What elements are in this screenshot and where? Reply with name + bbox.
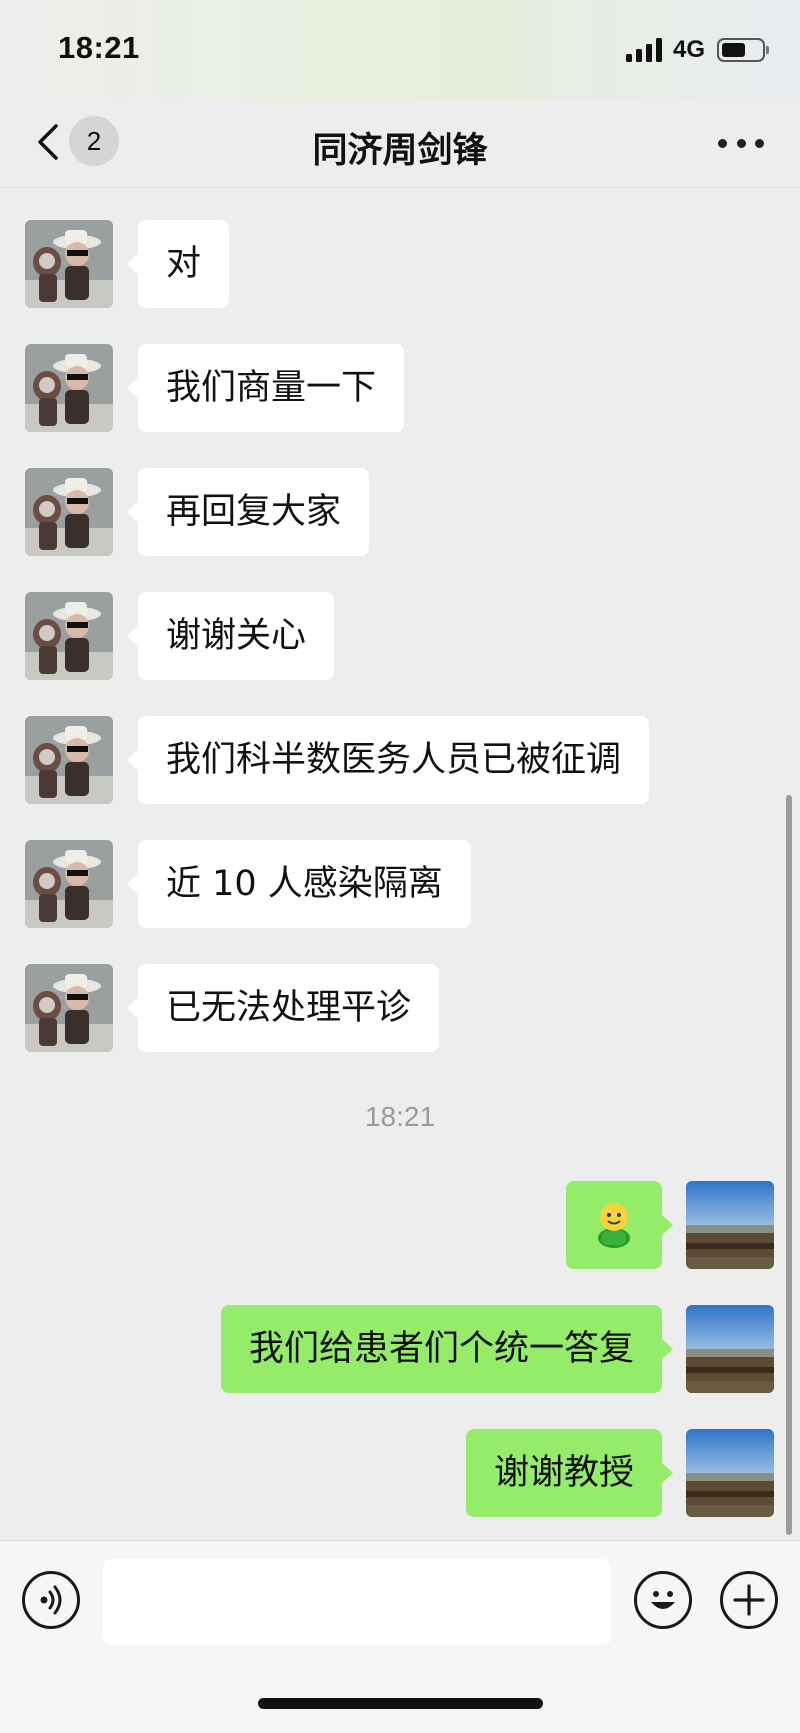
battery-icon	[717, 38, 769, 62]
chat-area[interactable]: 对 我们商量一下 再回复大家 谢谢关心 我们科半数医务人员已被征调 近 10 人…	[0, 189, 800, 1539]
emoji-icon[interactable]	[634, 1571, 692, 1629]
message-bubble[interactable]: 已无法处理平诊	[126, 964, 440, 1052]
message-received: 我们商量一下	[0, 344, 800, 432]
nav-bar: 2 同济周剑锋	[0, 100, 800, 188]
chat-title: 同济周剑锋	[312, 131, 488, 171]
message-received: 近 10 人感染隔离	[0, 840, 800, 928]
message-sent: 我们给患者们个统一答复	[0, 1305, 800, 1393]
contact-avatar[interactable]	[25, 220, 113, 308]
user-avatar[interactable]	[686, 1429, 774, 1517]
message-received: 再回复大家	[0, 468, 800, 556]
message-bubble[interactable]: 谢谢关心	[126, 592, 335, 680]
user-avatar[interactable]	[686, 1305, 774, 1393]
message-timestamp: 18:21	[364, 1101, 436, 1132]
status-time: 18:21	[58, 30, 140, 65]
contact-avatar[interactable]	[25, 716, 113, 804]
message-bubble[interactable]: 再回复大家	[126, 468, 370, 556]
plus-icon[interactable]	[720, 1571, 778, 1629]
message-received: 我们科半数医务人员已被征调	[0, 716, 800, 804]
message-bubble[interactable]: 近 10 人感染隔离	[127, 840, 471, 928]
emoji-bubble[interactable]	[566, 1181, 673, 1269]
contact-avatar[interactable]	[25, 840, 113, 928]
message-bubble[interactable]: 对	[126, 220, 230, 308]
message-sent: 谢谢教授	[0, 1429, 800, 1517]
message-received: 已无法处理平诊	[0, 964, 800, 1052]
chat-scrollbar[interactable]	[786, 795, 792, 1535]
home-indicator[interactable]	[258, 1698, 543, 1709]
contact-avatar[interactable]	[25, 344, 113, 432]
message-bubble[interactable]: 我们科半数医务人员已被征调	[126, 716, 650, 804]
message-received: 谢谢关心	[0, 592, 800, 680]
message-bubble[interactable]: 我们给患者们个统一答复	[220, 1305, 674, 1393]
user-avatar[interactable]	[686, 1181, 774, 1269]
smiley-figure-icon	[598, 1203, 630, 1248]
status-bar: 18:21 4G	[0, 0, 800, 100]
message-received: 对	[0, 220, 800, 308]
message-bubble[interactable]: 谢谢教授	[465, 1429, 674, 1517]
contact-avatar[interactable]	[25, 468, 113, 556]
more-dots-icon[interactable]	[718, 128, 764, 158]
message-sent	[0, 1181, 800, 1269]
contact-avatar[interactable]	[25, 964, 113, 1052]
contact-avatar[interactable]	[25, 592, 113, 680]
voice-icon[interactable]	[22, 1571, 80, 1629]
battery-level	[722, 43, 745, 57]
message-input[interactable]	[103, 1559, 611, 1645]
signal-strength-icon	[626, 38, 664, 62]
network-type: 4G	[673, 36, 706, 63]
message-bubble[interactable]: 我们商量一下	[126, 344, 405, 432]
